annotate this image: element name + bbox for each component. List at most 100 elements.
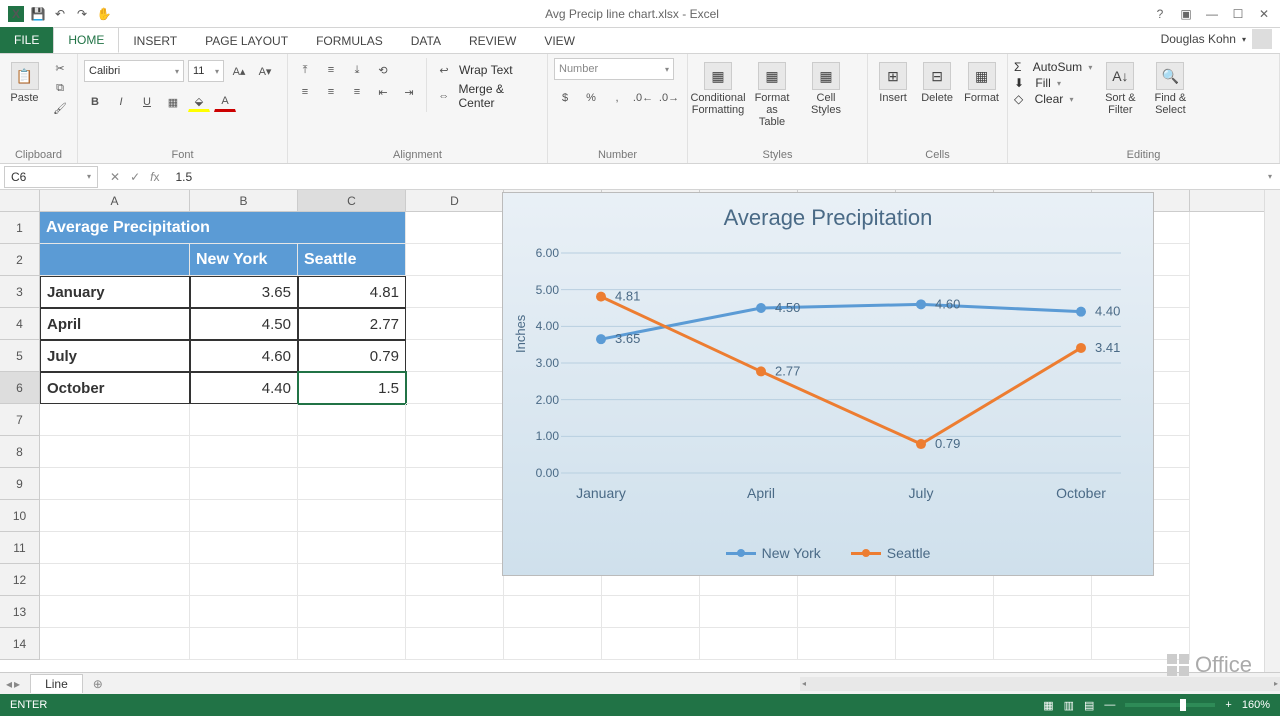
tab-review[interactable]: REVIEW xyxy=(455,29,530,53)
number-format-combo[interactable]: Number▾ xyxy=(554,58,674,80)
copy-icon[interactable]: ⧉ xyxy=(49,78,71,98)
chart-y-axis-label[interactable]: Inches xyxy=(513,315,528,353)
chart-legend[interactable]: New York Seattle xyxy=(503,545,1153,561)
formula-bar: C6▾ ✕ ✓ fx 1.5 ▾ xyxy=(0,164,1280,190)
paste-button[interactable]: 📋Paste xyxy=(6,58,43,108)
insert-cells-button[interactable]: ⊞Insert xyxy=(874,58,912,108)
tab-formulas[interactable]: FORMULAS xyxy=(302,29,397,53)
zoom-out-icon[interactable]: — xyxy=(1104,699,1115,711)
undo-icon[interactable]: ↶ xyxy=(52,6,68,22)
sheet-tab-line[interactable]: Line xyxy=(30,674,83,693)
conditional-formatting-button[interactable]: ▦Conditional Formatting xyxy=(694,58,742,120)
border-button[interactable]: ▦ xyxy=(162,92,184,112)
excel-icon: X xyxy=(8,6,24,22)
delete-cells-button[interactable]: ⊟Delete xyxy=(918,58,956,108)
ribbon-tabs: FILE HOME INSERT PAGE LAYOUT FORMULAS DA… xyxy=(0,28,1280,54)
fx-icon[interactable]: fx xyxy=(150,170,159,184)
svg-text:3.41: 3.41 xyxy=(1095,340,1120,355)
underline-button[interactable]: U xyxy=(136,92,158,112)
align-left-icon[interactable]: ≡ xyxy=(294,82,316,102)
add-sheet-icon[interactable]: ⊕ xyxy=(83,677,113,691)
confirm-edit-icon[interactable]: ✓ xyxy=(130,170,140,184)
view-page-break-icon[interactable]: ▤ xyxy=(1084,699,1094,712)
orientation-icon[interactable]: ⟲ xyxy=(372,60,394,80)
align-middle-icon[interactable]: ≡ xyxy=(320,60,342,80)
format-cells-button[interactable]: ▦Format xyxy=(962,58,1001,108)
find-select-button[interactable]: 🔍Find & Select xyxy=(1148,58,1192,120)
close-icon[interactable]: ✕ xyxy=(1252,4,1276,24)
align-center-icon[interactable]: ≡ xyxy=(320,82,342,102)
name-box[interactable]: C6▾ xyxy=(4,166,98,188)
minimize-icon[interactable]: — xyxy=(1200,4,1224,24)
touch-mode-icon[interactable]: ✋ xyxy=(96,6,112,22)
increase-font-icon[interactable]: A▴ xyxy=(228,61,250,81)
cancel-edit-icon[interactable]: ✕ xyxy=(110,170,120,184)
clear-button[interactable]: ◇ Clear ▾ xyxy=(1014,92,1092,106)
bold-button[interactable]: B xyxy=(84,92,106,112)
ribbon: 📋Paste ✂ ⧉ 🖌 Clipboard Calibri▾ 11▾ A▴ A… xyxy=(0,54,1280,164)
tab-home[interactable]: HOME xyxy=(53,27,119,53)
status-bar: ENTER ▦ ▥ ▤ — + 160% xyxy=(0,694,1280,716)
font-name-combo[interactable]: Calibri▾ xyxy=(84,60,184,82)
redo-icon[interactable]: ↷ xyxy=(74,6,90,22)
sheet-nav-next-icon[interactable]: ▸ xyxy=(14,677,20,691)
increase-indent-icon[interactable]: ⇥ xyxy=(398,82,420,102)
percent-icon[interactable]: % xyxy=(580,88,602,108)
worksheet-grid[interactable]: ABCDEFGHIJK 1234567891011121314 Average … xyxy=(0,190,1280,672)
cell-styles-button[interactable]: ▦Cell Styles xyxy=(802,58,850,120)
align-bottom-icon[interactable]: ⤓ xyxy=(346,60,368,80)
font-size-combo[interactable]: 11▾ xyxy=(188,60,224,82)
view-normal-icon[interactable]: ▦ xyxy=(1043,699,1053,712)
avatar xyxy=(1252,29,1272,49)
tab-view[interactable]: VIEW xyxy=(530,29,589,53)
maximize-icon[interactable]: ☐ xyxy=(1226,4,1250,24)
tab-data[interactable]: DATA xyxy=(397,29,455,53)
zoom-in-icon[interactable]: + xyxy=(1225,699,1231,711)
font-color-button[interactable]: A xyxy=(214,92,236,112)
zoom-slider[interactable] xyxy=(1125,703,1215,707)
zoom-level[interactable]: 160% xyxy=(1242,699,1270,711)
group-cells: ⊞Insert ⊟Delete ▦Format Cells xyxy=(868,54,1008,163)
wrap-text-button[interactable]: ↩Wrap Text xyxy=(433,60,541,80)
svg-text:4.81: 4.81 xyxy=(615,289,640,304)
chart-title[interactable]: Average Precipitation xyxy=(503,193,1153,237)
select-all-corner[interactable] xyxy=(0,190,40,212)
tab-page-layout[interactable]: PAGE LAYOUT xyxy=(191,29,302,53)
view-page-layout-icon[interactable]: ▥ xyxy=(1064,699,1074,712)
chart-plot-area[interactable]: 3.654.504.604.404.812.770.793.41 xyxy=(561,253,1121,473)
fill-button[interactable]: ⬇ Fill ▾ xyxy=(1014,76,1092,90)
decrease-decimal-icon[interactable]: .0→ xyxy=(658,88,680,108)
italic-button[interactable]: I xyxy=(110,92,132,112)
format-painter-icon[interactable]: 🖌 xyxy=(49,98,71,118)
decrease-indent-icon[interactable]: ⇤ xyxy=(372,82,394,102)
merge-center-button[interactable]: ⇔Merge & Center xyxy=(433,82,541,110)
sheet-nav-prev-icon[interactable]: ◂ xyxy=(6,677,12,691)
currency-icon[interactable]: $ xyxy=(554,88,576,108)
align-right-icon[interactable]: ≡ xyxy=(346,82,368,102)
formula-expand-icon[interactable]: ▾ xyxy=(1260,172,1280,181)
legend-entry-seattle[interactable]: Seattle xyxy=(851,545,931,561)
legend-entry-new-york[interactable]: New York xyxy=(726,545,821,561)
autosum-button[interactable]: Σ AutoSum ▾ xyxy=(1014,60,1092,74)
chart-object[interactable]: Average Precipitation Inches 0.001.002.0… xyxy=(502,192,1154,576)
fill-color-button[interactable]: ⬙ xyxy=(188,92,210,112)
help-icon[interactable]: ? xyxy=(1148,4,1172,24)
sort-filter-button[interactable]: A↓Sort & Filter xyxy=(1098,58,1142,120)
row-headers[interactable]: 1234567891011121314 xyxy=(0,212,40,660)
increase-decimal-icon[interactable]: .0← xyxy=(632,88,654,108)
ribbon-options-icon[interactable]: ▣ xyxy=(1174,4,1198,24)
user-account[interactable]: Douglas Kohn ▾ xyxy=(1153,25,1280,53)
format-as-table-button[interactable]: ▦Format as Table xyxy=(748,58,796,132)
cut-icon[interactable]: ✂ xyxy=(49,58,71,78)
decrease-font-icon[interactable]: A▾ xyxy=(254,61,276,81)
comma-icon[interactable]: , xyxy=(606,88,628,108)
horizontal-scrollbar[interactable]: ◂▸ xyxy=(800,677,1280,691)
formula-input[interactable]: 1.5 xyxy=(167,170,1260,184)
tab-insert[interactable]: INSERT xyxy=(119,29,191,53)
svg-text:4.50: 4.50 xyxy=(775,300,800,315)
align-top-icon[interactable]: ⤒ xyxy=(294,60,316,80)
save-icon[interactable]: 💾 xyxy=(30,6,46,22)
vertical-scrollbar[interactable] xyxy=(1264,190,1280,672)
office-logo: Office xyxy=(1167,652,1252,678)
tab-file[interactable]: FILE xyxy=(0,27,53,53)
